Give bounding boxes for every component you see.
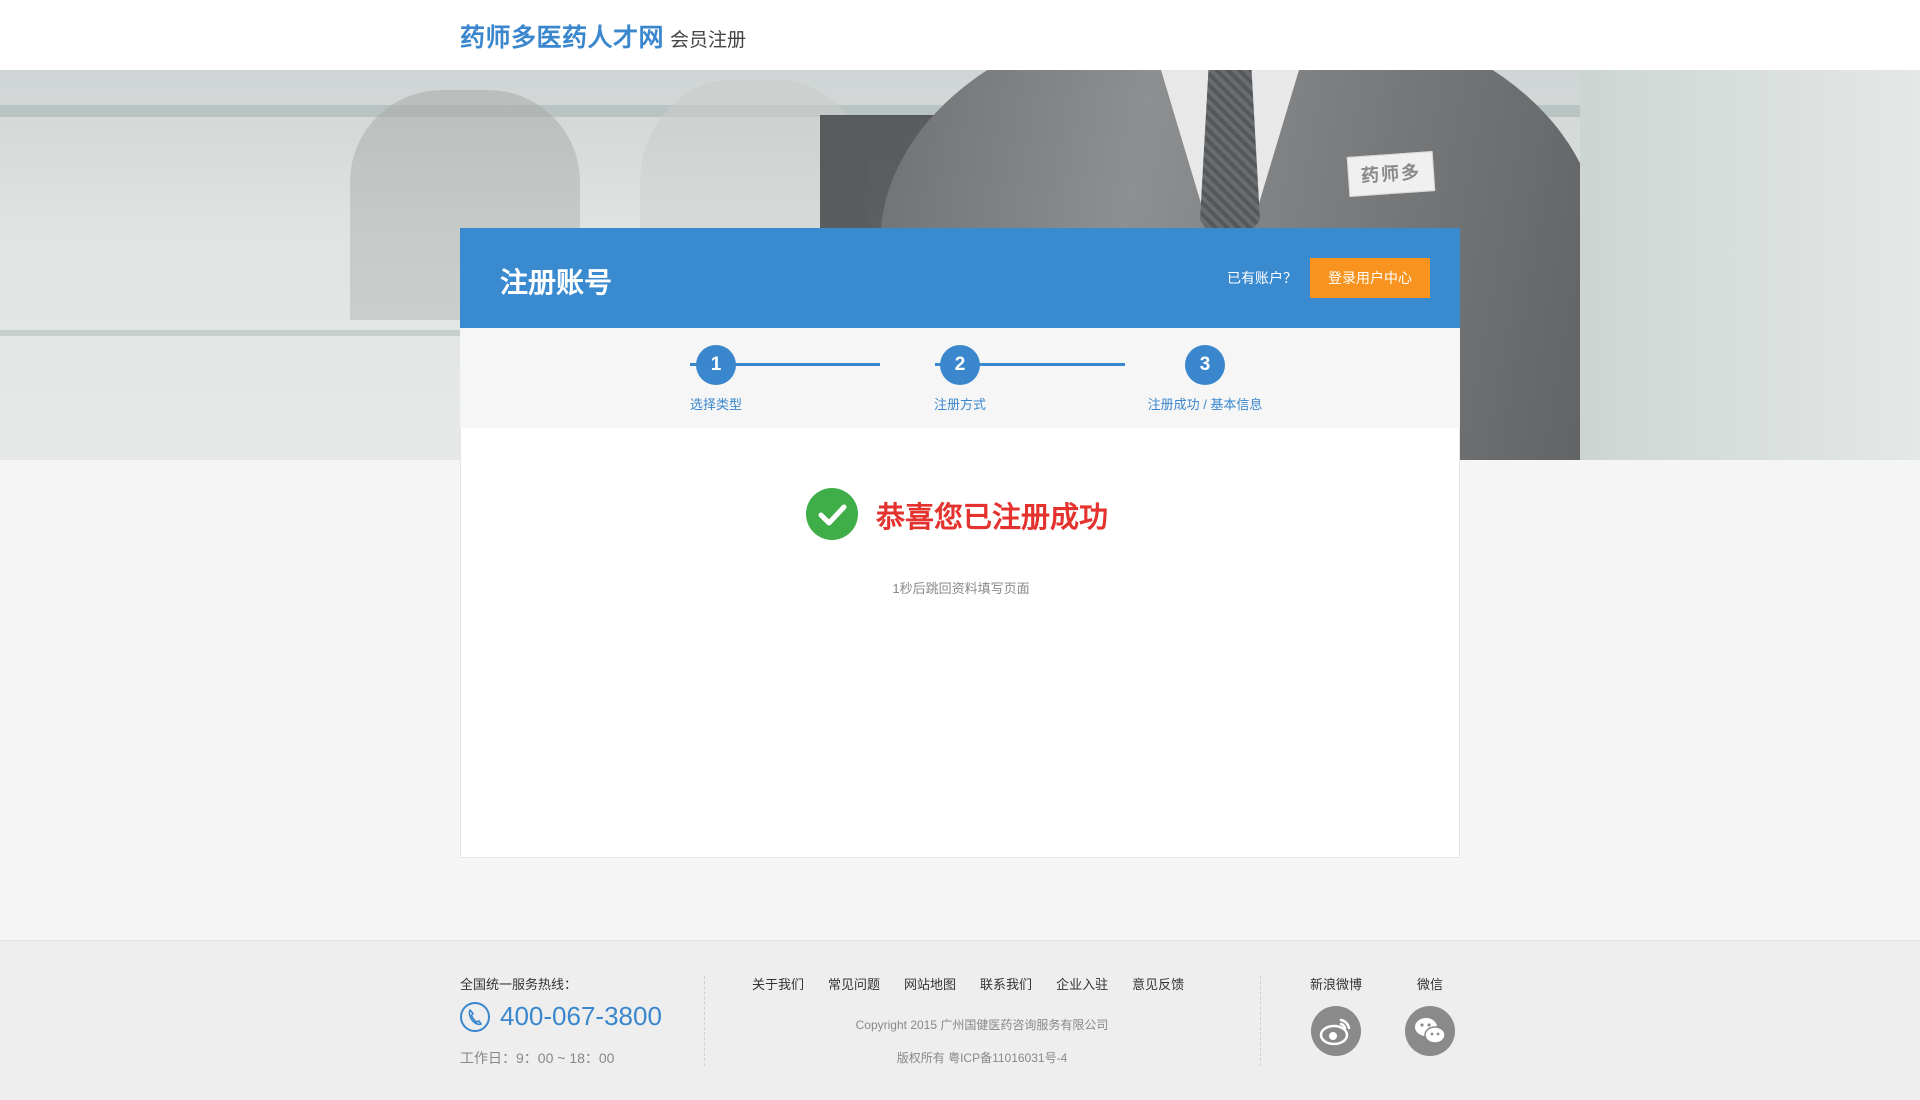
wechat-icon[interactable] <box>1405 1006 1455 1056</box>
weibo-icon[interactable] <box>1311 1006 1361 1056</box>
success-message: 恭喜您已注册成功 <box>876 502 1109 534</box>
register-result-panel: 恭喜您已注册成功 1秒后跳回资料填写页面 <box>460 428 1460 858</box>
success-check-icon <box>806 488 858 540</box>
top-header: 药师多医药人才网 会员注册 <box>0 0 1920 70</box>
footer-links: 关于我们 常见问题 网站地图 联系我们 企业入驻 意见反馈 <box>752 974 1184 993</box>
step-3-label: 注册成功 / 基本信息 <box>1147 397 1263 412</box>
step-3-circle: 3 <box>1185 345 1225 385</box>
hotline-label: 全国统一服务热线： <box>460 977 578 992</box>
card-title: 注册账号 <box>500 267 613 298</box>
footer-divider-right <box>1260 976 1261 1066</box>
progress-steps: 1 2 3 选择类型 注册方式 注册成功 / 基本信息 <box>460 328 1460 428</box>
footer-link-enterprise[interactable]: 企业入驻 <box>1056 974 1108 993</box>
step-1-label: 选择类型 <box>689 397 742 412</box>
working-hours: 工作日：9：00 ~ 18：00 <box>460 1050 615 1066</box>
footer-divider-left <box>704 976 705 1066</box>
step-2-label: 注册方式 <box>933 397 986 412</box>
redirect-notice: 1秒后跳回资料填写页面 <box>892 581 1030 596</box>
have-account-text: 已有账户？ <box>1227 270 1297 286</box>
site-logo[interactable]: 药师多医药人才网 <box>460 18 664 54</box>
weibo-label: 新浪微博 <box>1309 977 1362 992</box>
register-card-header: 注册账号 已有账户？ 登录用户中心 <box>460 228 1460 328</box>
footer-link-faq[interactable]: 常见问题 <box>828 974 880 993</box>
site-footer: 全国统一服务热线： 400-067-3800 工作日：9：00 ~ 18：00 … <box>0 940 1920 1100</box>
footer-link-contact[interactable]: 联系我们 <box>980 974 1032 993</box>
page-subtitle: 会员注册 <box>670 30 747 51</box>
hotline-number: 400-067-3800 <box>500 1001 662 1031</box>
footer-link-sitemap[interactable]: 网站地图 <box>904 974 956 993</box>
icp-text: 版权所有 粤ICP备11016031号-4 <box>896 1051 1068 1065</box>
step-1-circle: 1 <box>696 345 736 385</box>
step-2-circle: 2 <box>940 345 980 385</box>
wechat-label: 微信 <box>1416 977 1443 992</box>
login-user-center-button[interactable]: 登录用户中心 <box>1310 258 1430 298</box>
banner-wall <box>1580 70 1920 460</box>
banner-name-badge: 药师多 <box>1346 151 1436 197</box>
footer-link-about[interactable]: 关于我们 <box>752 974 804 993</box>
copyright-text: Copyright 2015 广州国健医药咨询服务有限公司 <box>855 1018 1109 1032</box>
footer-link-feedback[interactable]: 意见反馈 <box>1132 974 1184 993</box>
phone-icon <box>460 1002 490 1032</box>
